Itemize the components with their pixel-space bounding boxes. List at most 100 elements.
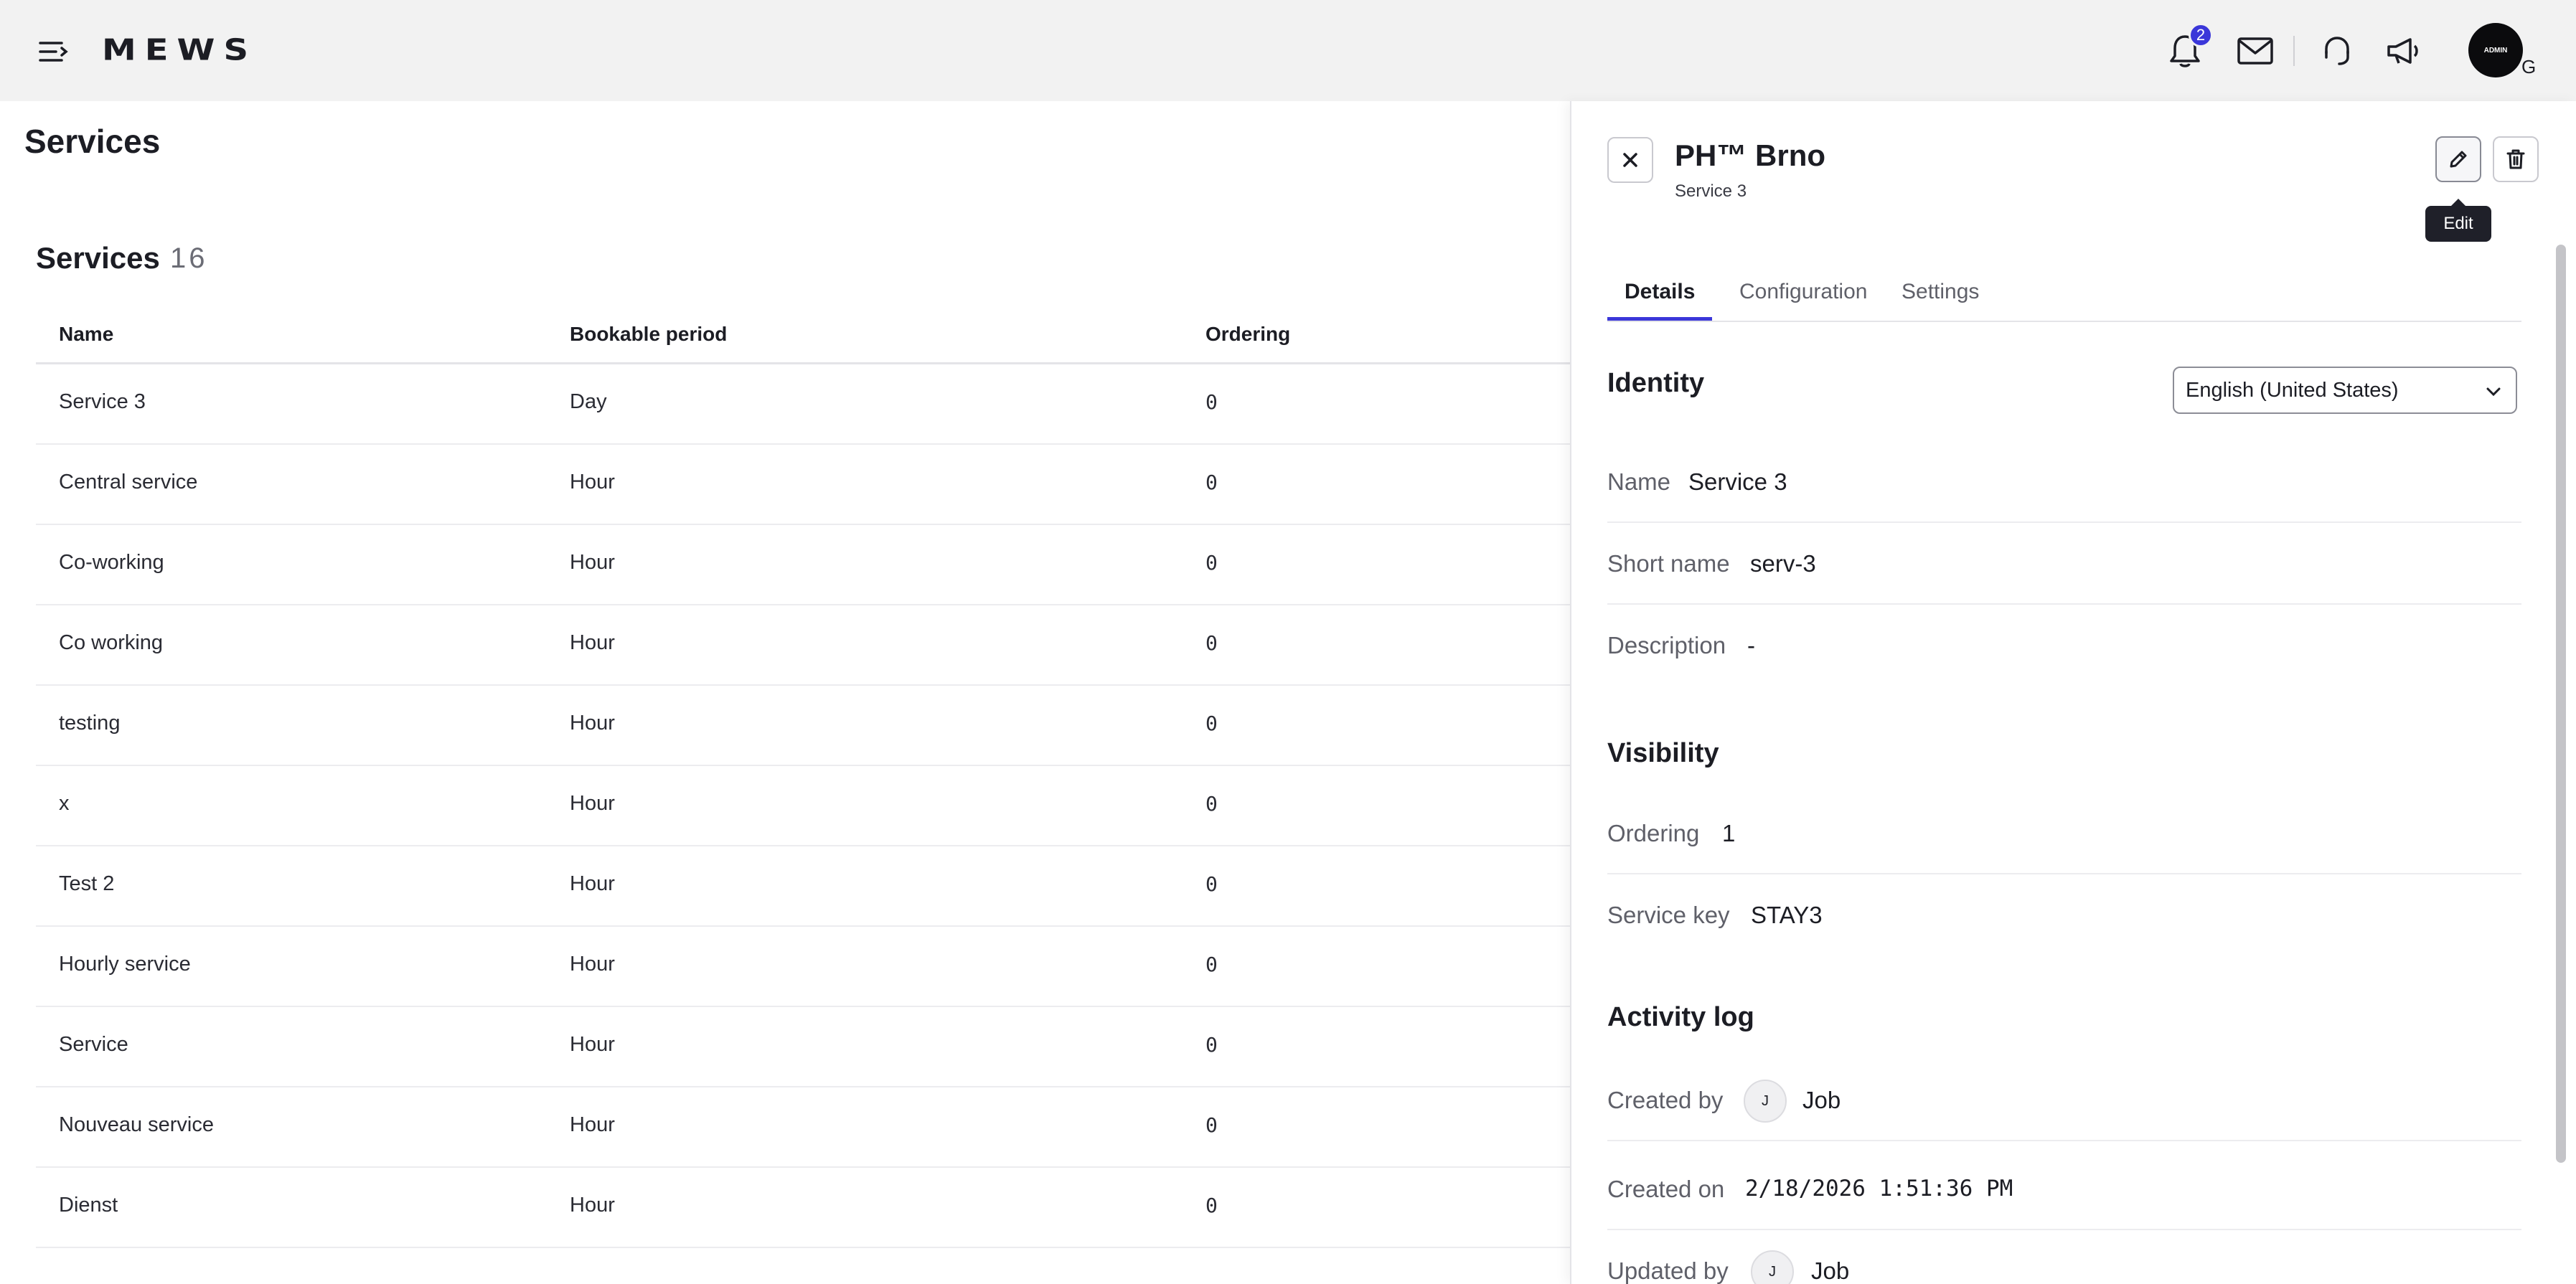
cell-period: Day: [570, 390, 607, 413]
services-table: Name Bookable period Ordering Service 3 …: [36, 307, 1571, 1248]
panel-tabs: Details Configuration Settings: [1607, 263, 2521, 322]
close-icon: [1623, 153, 1637, 167]
field-description: Description -: [1607, 605, 2521, 686]
field-created-on: Created on 2/18/2026 1:51:36 PM: [1607, 1148, 2521, 1230]
column-header-bookable-period[interactable]: Bookable period: [570, 323, 727, 346]
trash-icon: [2506, 149, 2525, 169]
field-label: Created by: [1607, 1087, 1724, 1113]
cell-name: Hourly service: [59, 953, 191, 976]
field-label: Description: [1607, 632, 1726, 658]
cell-name: Dienst: [59, 1194, 118, 1217]
table-row[interactable]: x Hour 0: [36, 766, 1571, 846]
cell-period: Hour: [570, 631, 615, 654]
section-title: Services: [36, 241, 160, 275]
column-header-name[interactable]: Name: [59, 323, 113, 346]
table-row[interactable]: Co-working Hour 0: [36, 525, 1571, 605]
field-created-by: Created by J Job: [1607, 1059, 2521, 1141]
column-header-ordering[interactable]: Ordering: [1205, 323, 1290, 346]
field-label: Ordering: [1607, 820, 1700, 846]
menu-toggle-icon[interactable]: [37, 37, 69, 66]
top-bar: MEWS 2 ADMIN G: [0, 0, 2576, 101]
topbar-divider: [2293, 36, 2295, 66]
page-title: Services: [24, 123, 161, 160]
pencil-icon: [2450, 151, 2467, 168]
field-label: Created on: [1607, 1176, 1725, 1202]
close-panel-button[interactable]: [1607, 137, 1653, 183]
field-service-key: Service key STAY3: [1607, 874, 2521, 956]
table-row[interactable]: Service Hour 0: [36, 1007, 1571, 1087]
edit-button[interactable]: [2435, 136, 2481, 182]
field-label: Updated by: [1607, 1257, 1729, 1284]
field-value: Job: [1802, 1087, 1841, 1113]
field-value: STAY3: [1751, 902, 1823, 928]
field-label: Name: [1607, 468, 1671, 495]
services-count: 16: [170, 242, 208, 274]
panel-title: PH™ Brno: [1675, 138, 1825, 172]
cell-period: Hour: [570, 551, 615, 574]
mail-icon[interactable]: [2234, 30, 2276, 72]
edit-tooltip: Edit: [2425, 199, 2491, 242]
service-detail-panel: PH™ Brno Service 3 Edit Details Configur…: [1570, 101, 2576, 1284]
field-updated-by: Updated by J Job: [1607, 1230, 2521, 1284]
table-row[interactable]: testing Hour 0: [36, 686, 1571, 766]
cell-name: Service 3: [59, 390, 146, 413]
cell-name: Co working: [59, 631, 164, 654]
cell-name: testing: [59, 712, 121, 735]
cell-period: Hour: [570, 471, 615, 494]
cell-name: Nouveau service: [59, 1113, 214, 1136]
cell-ordering: 0: [1205, 792, 1218, 816]
table-row[interactable]: Central service Hour 0: [36, 445, 1571, 525]
cell-name: x: [59, 792, 70, 815]
language-select-value: English (United States): [2186, 378, 2399, 402]
tab-settings[interactable]: Settings: [1884, 275, 1996, 321]
cell-ordering: 0: [1205, 1113, 1218, 1137]
updater-avatar: J: [1751, 1250, 1794, 1284]
field-value: 2/18/2026 1:51:36 PM: [1745, 1176, 2013, 1202]
table-row[interactable]: Hourly service Hour 0: [36, 927, 1571, 1007]
chevron-down-icon: [2486, 387, 2501, 397]
cell-name: Test 2: [59, 872, 115, 895]
cell-name: Co-working: [59, 551, 164, 574]
activity-log-heading: Activity log: [1607, 1002, 1754, 1032]
tab-configuration[interactable]: Configuration: [1722, 275, 1884, 321]
visibility-heading: Visibility: [1607, 738, 1719, 768]
table-row[interactable]: Test 2 Hour 0: [36, 846, 1571, 927]
panel-scrollbar[interactable]: [2556, 245, 2566, 1163]
cell-period: Hour: [570, 872, 615, 895]
table-row[interactable]: Dienst Hour 0: [36, 1168, 1571, 1248]
table-row[interactable]: Nouveau service Hour 0: [36, 1087, 1571, 1168]
user-avatar[interactable]: ADMIN: [2468, 23, 2523, 77]
cell-ordering: 0: [1205, 712, 1218, 735]
cell-name: Central service: [59, 471, 198, 494]
language-select[interactable]: English (United States): [2173, 367, 2517, 414]
table-header: Name Bookable period Ordering: [36, 307, 1571, 364]
creator-avatar: J: [1744, 1080, 1787, 1123]
cell-ordering: 0: [1205, 1194, 1218, 1217]
delete-button[interactable]: [2493, 136, 2539, 182]
cell-ordering: 0: [1205, 390, 1218, 414]
table-row[interactable]: Service 3 Day 0: [36, 364, 1571, 445]
field-value: Service 3: [1688, 468, 1787, 495]
cell-period: Hour: [570, 712, 615, 735]
field-label: Service key: [1607, 902, 1730, 928]
announcements-megaphone-icon[interactable]: [2384, 30, 2425, 72]
cell-ordering: 0: [1205, 872, 1218, 896]
cell-ordering: 0: [1205, 631, 1218, 655]
field-value: Job: [1811, 1257, 1850, 1284]
support-headset-icon[interactable]: [2316, 30, 2358, 72]
field-short-name: Short name serv-3: [1607, 523, 2521, 605]
cell-ordering: 0: [1205, 551, 1218, 575]
tab-details[interactable]: Details: [1607, 275, 1713, 321]
cell-ordering: 0: [1205, 953, 1218, 976]
field-label: Short name: [1607, 550, 1730, 577]
field-value: -: [1747, 632, 1755, 658]
field-ordering: Ordering 1: [1607, 793, 2521, 874]
field-value: 1: [1722, 820, 1736, 846]
cell-period: Hour: [570, 1113, 615, 1136]
notification-badge: 2: [2189, 23, 2213, 47]
mews-logo[interactable]: MEWS: [102, 32, 257, 69]
avatar-suffix: G: [2521, 56, 2537, 77]
cell-period: Hour: [570, 1033, 615, 1056]
field-value: serv-3: [1750, 550, 1816, 577]
table-row[interactable]: Co working Hour 0: [36, 605, 1571, 686]
